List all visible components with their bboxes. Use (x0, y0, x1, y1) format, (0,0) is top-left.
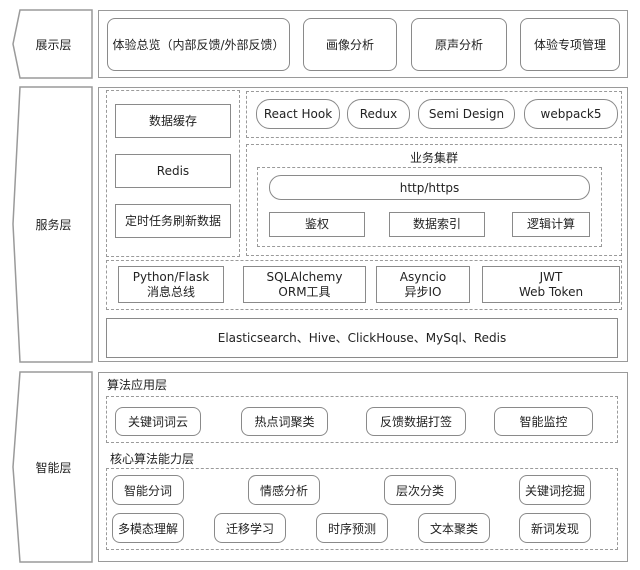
http-protocol-pill: http/https (269, 175, 590, 200)
profile-analysis-module: 画像分析 (303, 18, 397, 71)
scheduled-refresh-box: 定时任务刷新数据 (115, 204, 231, 238)
algorithm-app-title: 算法应用层 (107, 378, 168, 392)
backend-line2: Web Token (518, 284, 584, 299)
core-item: 情感分析 (248, 475, 320, 505)
backend-line2: 消息总线 (146, 284, 195, 299)
hot-word-cluster-pill: 热点词聚类 (241, 407, 328, 436)
voice-analysis-module: 原声分析 (411, 18, 507, 71)
sqlalchemy-box: SQLAlchemy ORM工具 (243, 266, 366, 303)
presentation-layer-label: 展示层 (35, 37, 72, 52)
core-item: 关键词挖掘 (519, 475, 591, 505)
business-cluster-title: 业务集群 (409, 150, 458, 165)
core-item: 新词发现 (519, 513, 591, 543)
intelligence-layer-label: 智能层 (35, 460, 72, 475)
core-item: 多模态理解 (112, 513, 184, 543)
core-item: 文本聚类 (418, 513, 490, 543)
core-item: 迁移学习 (214, 513, 286, 543)
auth-box: 鉴权 (269, 212, 365, 237)
architecture-diagram: 展示层 服务层 智能层 体验总览（内部反馈/外部反馈） 画像分析 原声分析 体验… (0, 0, 640, 570)
data-cache-box: 数据缓存 (115, 104, 231, 138)
python-flask-box: Python/Flask 消息总线 (118, 266, 224, 303)
core-item: 层次分类 (384, 475, 456, 505)
semi-design-pill: Semi Design (418, 99, 515, 129)
backend-line1: Python/Flask (132, 269, 210, 284)
core-item: 时序预测 (316, 513, 388, 543)
backend-line1: SQLAlchemy (266, 269, 343, 284)
jwt-box: JWT Web Token (482, 266, 620, 303)
feedback-tagging-pill: 反馈数据打签 (366, 407, 466, 436)
storage-box: Elasticsearch、Hive、ClickHouse、MySql、Redi… (106, 318, 618, 358)
react-hook-pill: React Hook (256, 99, 340, 129)
keyword-cloud-pill: 关键词词云 (115, 407, 201, 436)
data-index-box: 数据索引 (389, 212, 485, 237)
service-layer-label: 服务层 (35, 218, 72, 232)
redis-box: Redis (115, 154, 231, 188)
asyncio-box: Asyncio 异步IO (376, 266, 470, 303)
overview-module: 体验总览（内部反馈/外部反馈） (107, 18, 290, 71)
webpack5-pill: webpack5 (524, 99, 618, 129)
redux-pill: Redux (347, 99, 410, 129)
special-management-module: 体验专项管理 (520, 18, 620, 71)
backend-line1: Asyncio (399, 269, 447, 284)
logic-compute-box: 逻辑计算 (512, 212, 590, 237)
backend-line2: ORM工具 (278, 284, 331, 299)
backend-line2: 异步IO (404, 284, 442, 299)
backend-line1: JWT (539, 269, 563, 284)
core-algorithm-title: 核心算法能力层 (110, 452, 195, 466)
core-item: 智能分词 (112, 475, 184, 505)
smart-monitor-pill: 智能监控 (494, 407, 593, 436)
